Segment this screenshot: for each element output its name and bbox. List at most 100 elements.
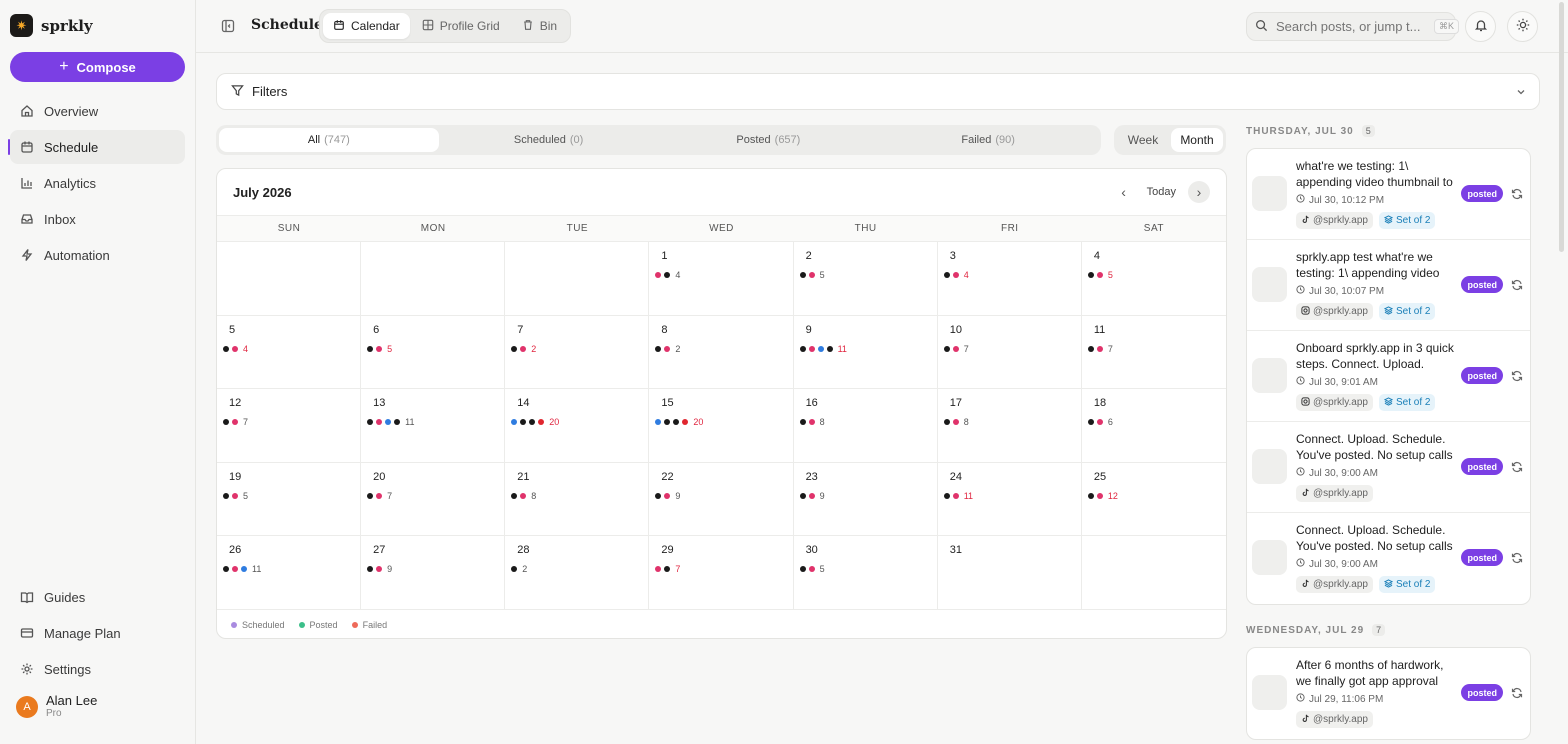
post-time-label: Jul 30, 10:12 PM bbox=[1309, 194, 1385, 206]
tab-calendar[interactable]: Calendar bbox=[323, 13, 410, 39]
calendar-day-cell[interactable]: 54 bbox=[217, 315, 362, 390]
sidebar-toggle-icon[interactable] bbox=[220, 18, 236, 34]
refresh-icon[interactable] bbox=[1510, 369, 1523, 382]
calendar-day-cell[interactable]: 25 bbox=[793, 242, 938, 316]
calendar-day-cell[interactable]: 21 8 bbox=[505, 462, 650, 537]
tab-failed[interactable]: Failed (90) bbox=[878, 128, 1098, 152]
post-count: 11 bbox=[252, 564, 262, 575]
post-tags: @sprkly.app bbox=[1296, 485, 1373, 502]
layers-icon bbox=[1383, 214, 1394, 227]
calendar-day-cell[interactable]: 72 bbox=[505, 315, 650, 390]
tab-month[interactable]: Month bbox=[1171, 128, 1223, 152]
calendar-day-cell[interactable]: 11 7 bbox=[1081, 316, 1226, 390]
calendar-day-cell[interactable]: 20 7 bbox=[361, 462, 506, 537]
tab-label: Failed bbox=[961, 134, 992, 146]
sidebar-item-analytics[interactable]: Analytics bbox=[10, 166, 185, 200]
brand[interactable]: ✷ sprkly bbox=[10, 14, 93, 37]
tab-all[interactable]: All (747) bbox=[219, 128, 439, 152]
calendar-day-cell[interactable]: 23 9 bbox=[793, 462, 938, 537]
weekday-label: SUN bbox=[277, 223, 301, 234]
calendar-day-cell[interactable]: 29 7 bbox=[649, 536, 794, 610]
tab-scheduled[interactable]: Scheduled (0) bbox=[439, 128, 659, 152]
calendar-day-cell[interactable]: 24 11 bbox=[937, 462, 1082, 537]
post-feed: THURSDAY, JUL 30 5 what're we testing: 1\ … bbox=[1246, 120, 1531, 744]
tab-label: Bin bbox=[539, 19, 558, 33]
top-header: Schedule Calendar Profile Grid Bin ⌘K bbox=[196, 0, 1568, 53]
chevron-left-icon[interactable]: ‹ bbox=[1113, 181, 1135, 203]
sidebar-item-schedule[interactable]: Schedule bbox=[8, 130, 185, 164]
search-input[interactable] bbox=[1276, 19, 1426, 34]
calendar-day-cell[interactable]: 26 11 bbox=[217, 536, 362, 610]
chevron-right-icon[interactable]: › bbox=[1188, 181, 1210, 203]
post-card[interactable]: After 6 months of hardwork, we finally g… bbox=[1247, 648, 1530, 739]
post-dots: 9 bbox=[655, 491, 792, 501]
calendar-day-cell[interactable]: 18 6 bbox=[1081, 389, 1226, 463]
account-handle: @sprkly.app bbox=[1313, 397, 1368, 408]
tiktok-icon bbox=[1301, 714, 1310, 726]
theme-toggle-button[interactable] bbox=[1507, 11, 1538, 42]
post-dot bbox=[664, 566, 671, 573]
calendar-header: July 2026 ‹ Today › bbox=[217, 169, 1226, 215]
calendar-day-cell[interactable]: 22 9 bbox=[649, 462, 794, 537]
user-menu[interactable]: A Alan Lee Pro bbox=[16, 694, 97, 720]
calendar-day-cell[interactable]: 45 bbox=[1081, 242, 1226, 316]
tab-label: Posted bbox=[736, 134, 771, 146]
post-card[interactable]: Onboard sprkly.app in 3 quick steps. Con… bbox=[1247, 331, 1530, 422]
post-dots: 7 bbox=[943, 344, 1081, 354]
post-card[interactable]: Connect. Upload. Schedule. You've posted… bbox=[1247, 513, 1530, 604]
sidebar-bottom-nav: Guides Manage Plan Settings bbox=[10, 580, 185, 688]
tab-week[interactable]: Week bbox=[1117, 128, 1169, 152]
scrollbar-thumb[interactable] bbox=[1559, 2, 1564, 252]
sidebar-item-guides[interactable]: Guides bbox=[10, 580, 185, 614]
post-count: 8 bbox=[819, 417, 825, 428]
calendar-day-cell[interactable]: 14 bbox=[649, 242, 794, 316]
page-scrollbar[interactable] bbox=[1559, 0, 1566, 744]
calendar-day-cell[interactable]: 13 11 bbox=[361, 389, 506, 463]
refresh-icon[interactable] bbox=[1510, 278, 1523, 291]
calendar-day-cell[interactable]: 9 11 bbox=[793, 315, 938, 390]
calendar-day-cell[interactable]: 65 bbox=[361, 315, 506, 390]
calendar-day-cell[interactable]: 34 bbox=[937, 242, 1082, 316]
post-dot bbox=[664, 272, 671, 278]
calendar-day-cell[interactable]: 82 bbox=[649, 315, 794, 390]
sidebar-item-automation[interactable]: Automation bbox=[10, 238, 185, 272]
post-tags: @sprkly.app Set of 2 bbox=[1296, 394, 1436, 411]
calendar-day-cell[interactable]: 16 8 bbox=[793, 389, 938, 463]
sidebar-item-settings[interactable]: Settings bbox=[10, 652, 185, 686]
calendar-day-cell[interactable]: 27 9 bbox=[361, 536, 506, 610]
post-card[interactable]: what're we testing: 1\ appending video t… bbox=[1247, 149, 1530, 240]
filters-bar[interactable]: Filters bbox=[216, 73, 1540, 110]
post-count: 2 bbox=[675, 343, 681, 354]
sidebar-item-manage-plan[interactable]: Manage Plan bbox=[10, 616, 185, 650]
calendar-day-cell[interactable]: 14 20 bbox=[505, 389, 650, 463]
search-box[interactable]: ⌘K bbox=[1246, 12, 1460, 41]
notifications-button[interactable] bbox=[1465, 11, 1496, 42]
refresh-icon[interactable] bbox=[1510, 187, 1523, 200]
tab-profile-grid[interactable]: Profile Grid bbox=[412, 13, 510, 39]
post-dot bbox=[952, 419, 959, 426]
post-dots: 7 bbox=[1087, 344, 1226, 354]
post-card[interactable]: Connect. Upload. Schedule. You've posted… bbox=[1247, 422, 1530, 513]
calendar-day-cell[interactable]: 19 5 bbox=[217, 462, 362, 537]
refresh-icon[interactable] bbox=[1510, 686, 1523, 699]
calendar-day-cell[interactable]: 17 8 bbox=[937, 389, 1082, 463]
tab-bin[interactable]: Bin bbox=[512, 13, 567, 39]
calendar-day-cell[interactable]: 28 2 bbox=[505, 536, 650, 610]
avatar: A bbox=[16, 696, 38, 718]
calendar-day-cell[interactable]: 25 12 bbox=[1081, 463, 1226, 537]
calendar-day-cell[interactable]: 10 7 bbox=[937, 315, 1082, 390]
compose-button[interactable]: + Compose bbox=[10, 52, 185, 82]
calendar-day-cell[interactable]: 15 20 bbox=[649, 389, 794, 463]
tab-posted[interactable]: Posted (657) bbox=[659, 128, 879, 152]
refresh-icon[interactable] bbox=[1510, 460, 1523, 473]
post-dots: 7 bbox=[655, 564, 792, 574]
day-number: 13 bbox=[373, 397, 386, 410]
sidebar-item-inbox[interactable]: Inbox bbox=[10, 202, 185, 236]
calendar-day-cell[interactable]: 31 bbox=[937, 536, 1082, 610]
today-button[interactable]: Today bbox=[1147, 186, 1176, 198]
sidebar-item-overview[interactable]: Overview bbox=[10, 94, 185, 128]
calendar-day-cell[interactable]: 30 5 bbox=[793, 536, 938, 610]
calendar-day-cell[interactable]: 12 7 bbox=[217, 389, 362, 463]
post-card[interactable]: sprkly.app test what're we testing: 1\ a… bbox=[1247, 240, 1530, 331]
refresh-icon[interactable] bbox=[1510, 551, 1523, 564]
